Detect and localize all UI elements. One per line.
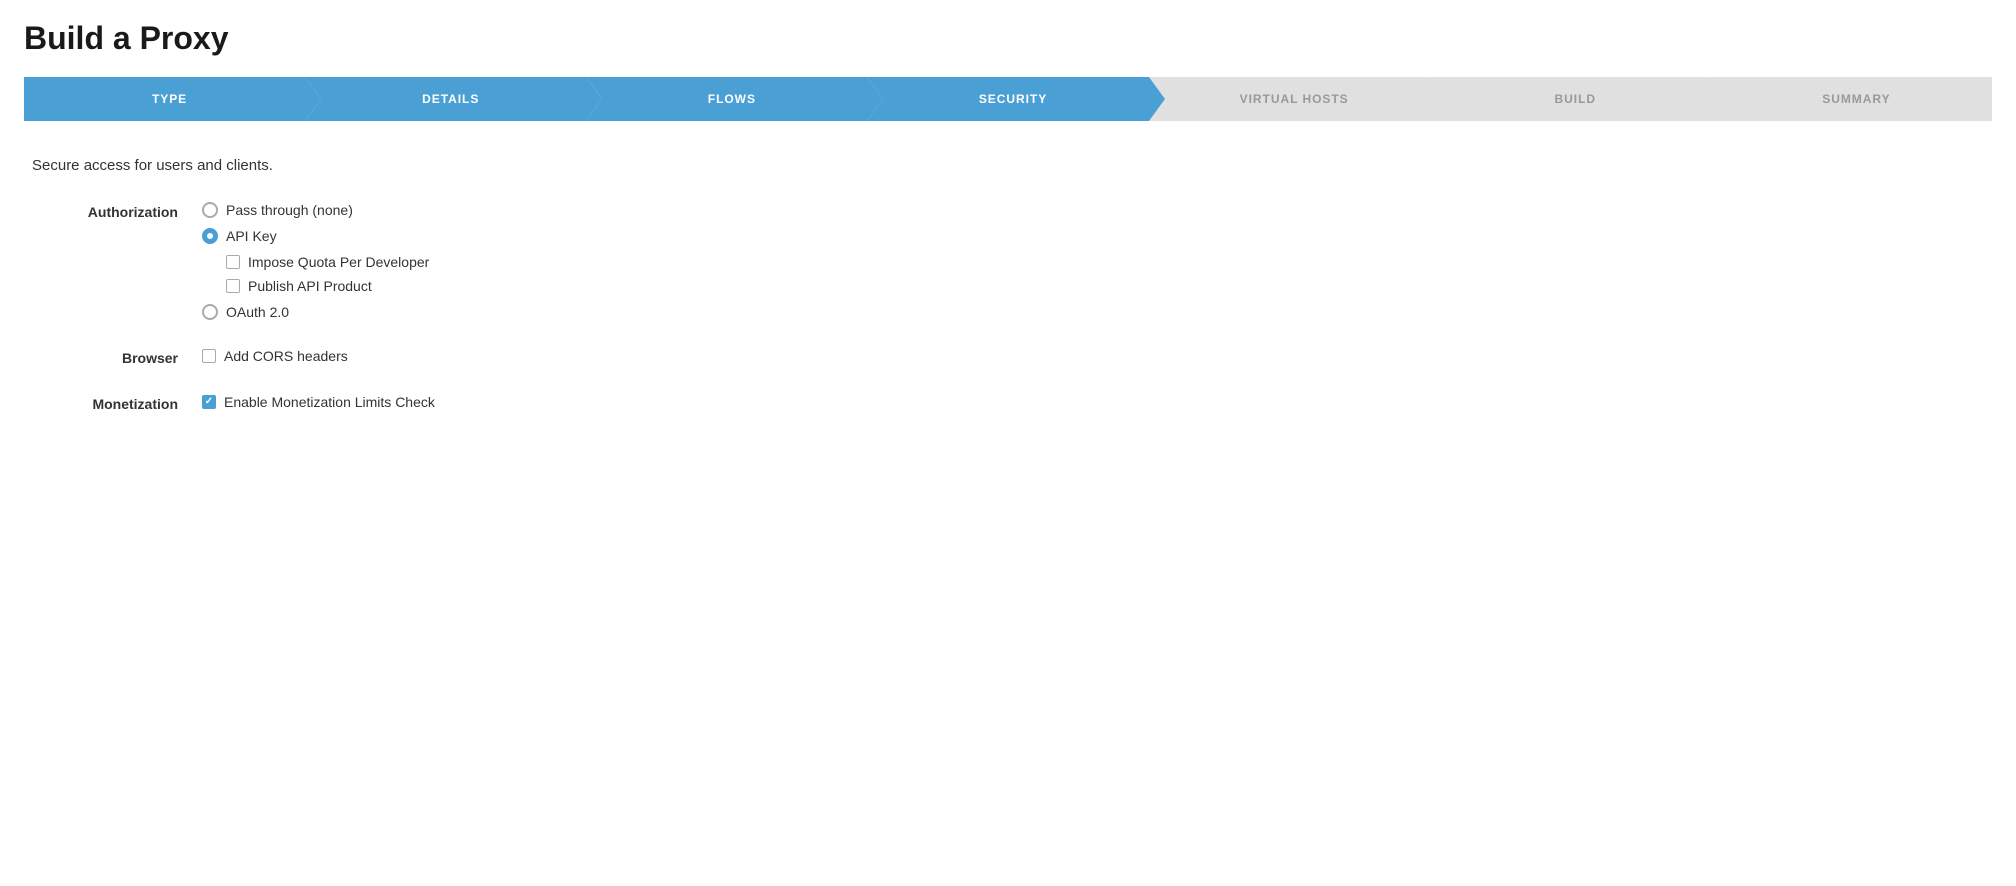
oauth2-label: OAuth 2.0 <box>226 304 289 320</box>
api-key-label: API Key <box>226 228 277 244</box>
step-details[interactable]: DETAILS <box>305 77 586 121</box>
oauth2-radio[interactable] <box>202 304 218 320</box>
browser-section: Browser Add CORS headers <box>32 348 1984 366</box>
step-summary[interactable]: SUMMARY <box>1711 77 1992 121</box>
enable-monetization-label: Enable Monetization Limits Check <box>224 394 435 410</box>
publish-api-option[interactable]: Publish API Product <box>226 278 429 294</box>
step-flows[interactable]: FLOWS <box>586 77 867 121</box>
browser-options: Add CORS headers <box>202 348 348 364</box>
pass-through-label: Pass through (none) <box>226 202 353 218</box>
browser-label: Browser <box>32 348 202 366</box>
impose-quota-option[interactable]: Impose Quota Per Developer <box>226 254 429 270</box>
api-key-option[interactable]: API Key <box>202 228 429 244</box>
pass-through-radio[interactable] <box>202 202 218 218</box>
section-description: Secure access for users and clients. <box>32 157 1984 174</box>
enable-monetization-option[interactable]: Enable Monetization Limits Check <box>202 394 435 410</box>
add-cors-checkbox[interactable] <box>202 349 216 363</box>
content-area: Secure access for users and clients. Aut… <box>24 157 1992 412</box>
add-cors-option[interactable]: Add CORS headers <box>202 348 348 364</box>
publish-api-label: Publish API Product <box>248 278 372 294</box>
impose-quota-label: Impose Quota Per Developer <box>248 254 429 270</box>
step-build[interactable]: BUILD <box>1430 77 1711 121</box>
impose-quota-checkbox[interactable] <box>226 255 240 269</box>
step-virtual-hosts[interactable]: VIRTUAL HOSTS <box>1149 77 1430 121</box>
enable-monetization-checkbox[interactable] <box>202 395 216 409</box>
step-type[interactable]: TYPE <box>24 77 305 121</box>
oauth2-option[interactable]: OAuth 2.0 <box>202 304 429 320</box>
authorization-section: Authorization Pass through (none) API Ke… <box>32 202 1984 320</box>
api-key-sub-options: Impose Quota Per Developer Publish API P… <box>226 254 429 294</box>
monetization-label: Monetization <box>32 394 202 412</box>
monetization-section: Monetization Enable Monetization Limits … <box>32 394 1984 412</box>
monetization-options: Enable Monetization Limits Check <box>202 394 435 410</box>
add-cors-label: Add CORS headers <box>224 348 348 364</box>
authorization-options: Pass through (none) API Key Impose Quota… <box>202 202 429 320</box>
authorization-label: Authorization <box>32 202 202 220</box>
api-key-radio[interactable] <box>202 228 218 244</box>
pass-through-option[interactable]: Pass through (none) <box>202 202 429 218</box>
stepper: TYPE DETAILS FLOWS SECURITY VIRTUAL HOST… <box>24 77 1992 121</box>
page-title: Build a Proxy <box>24 20 1992 57</box>
publish-api-checkbox[interactable] <box>226 279 240 293</box>
step-security[interactable]: SECURITY <box>867 77 1148 121</box>
